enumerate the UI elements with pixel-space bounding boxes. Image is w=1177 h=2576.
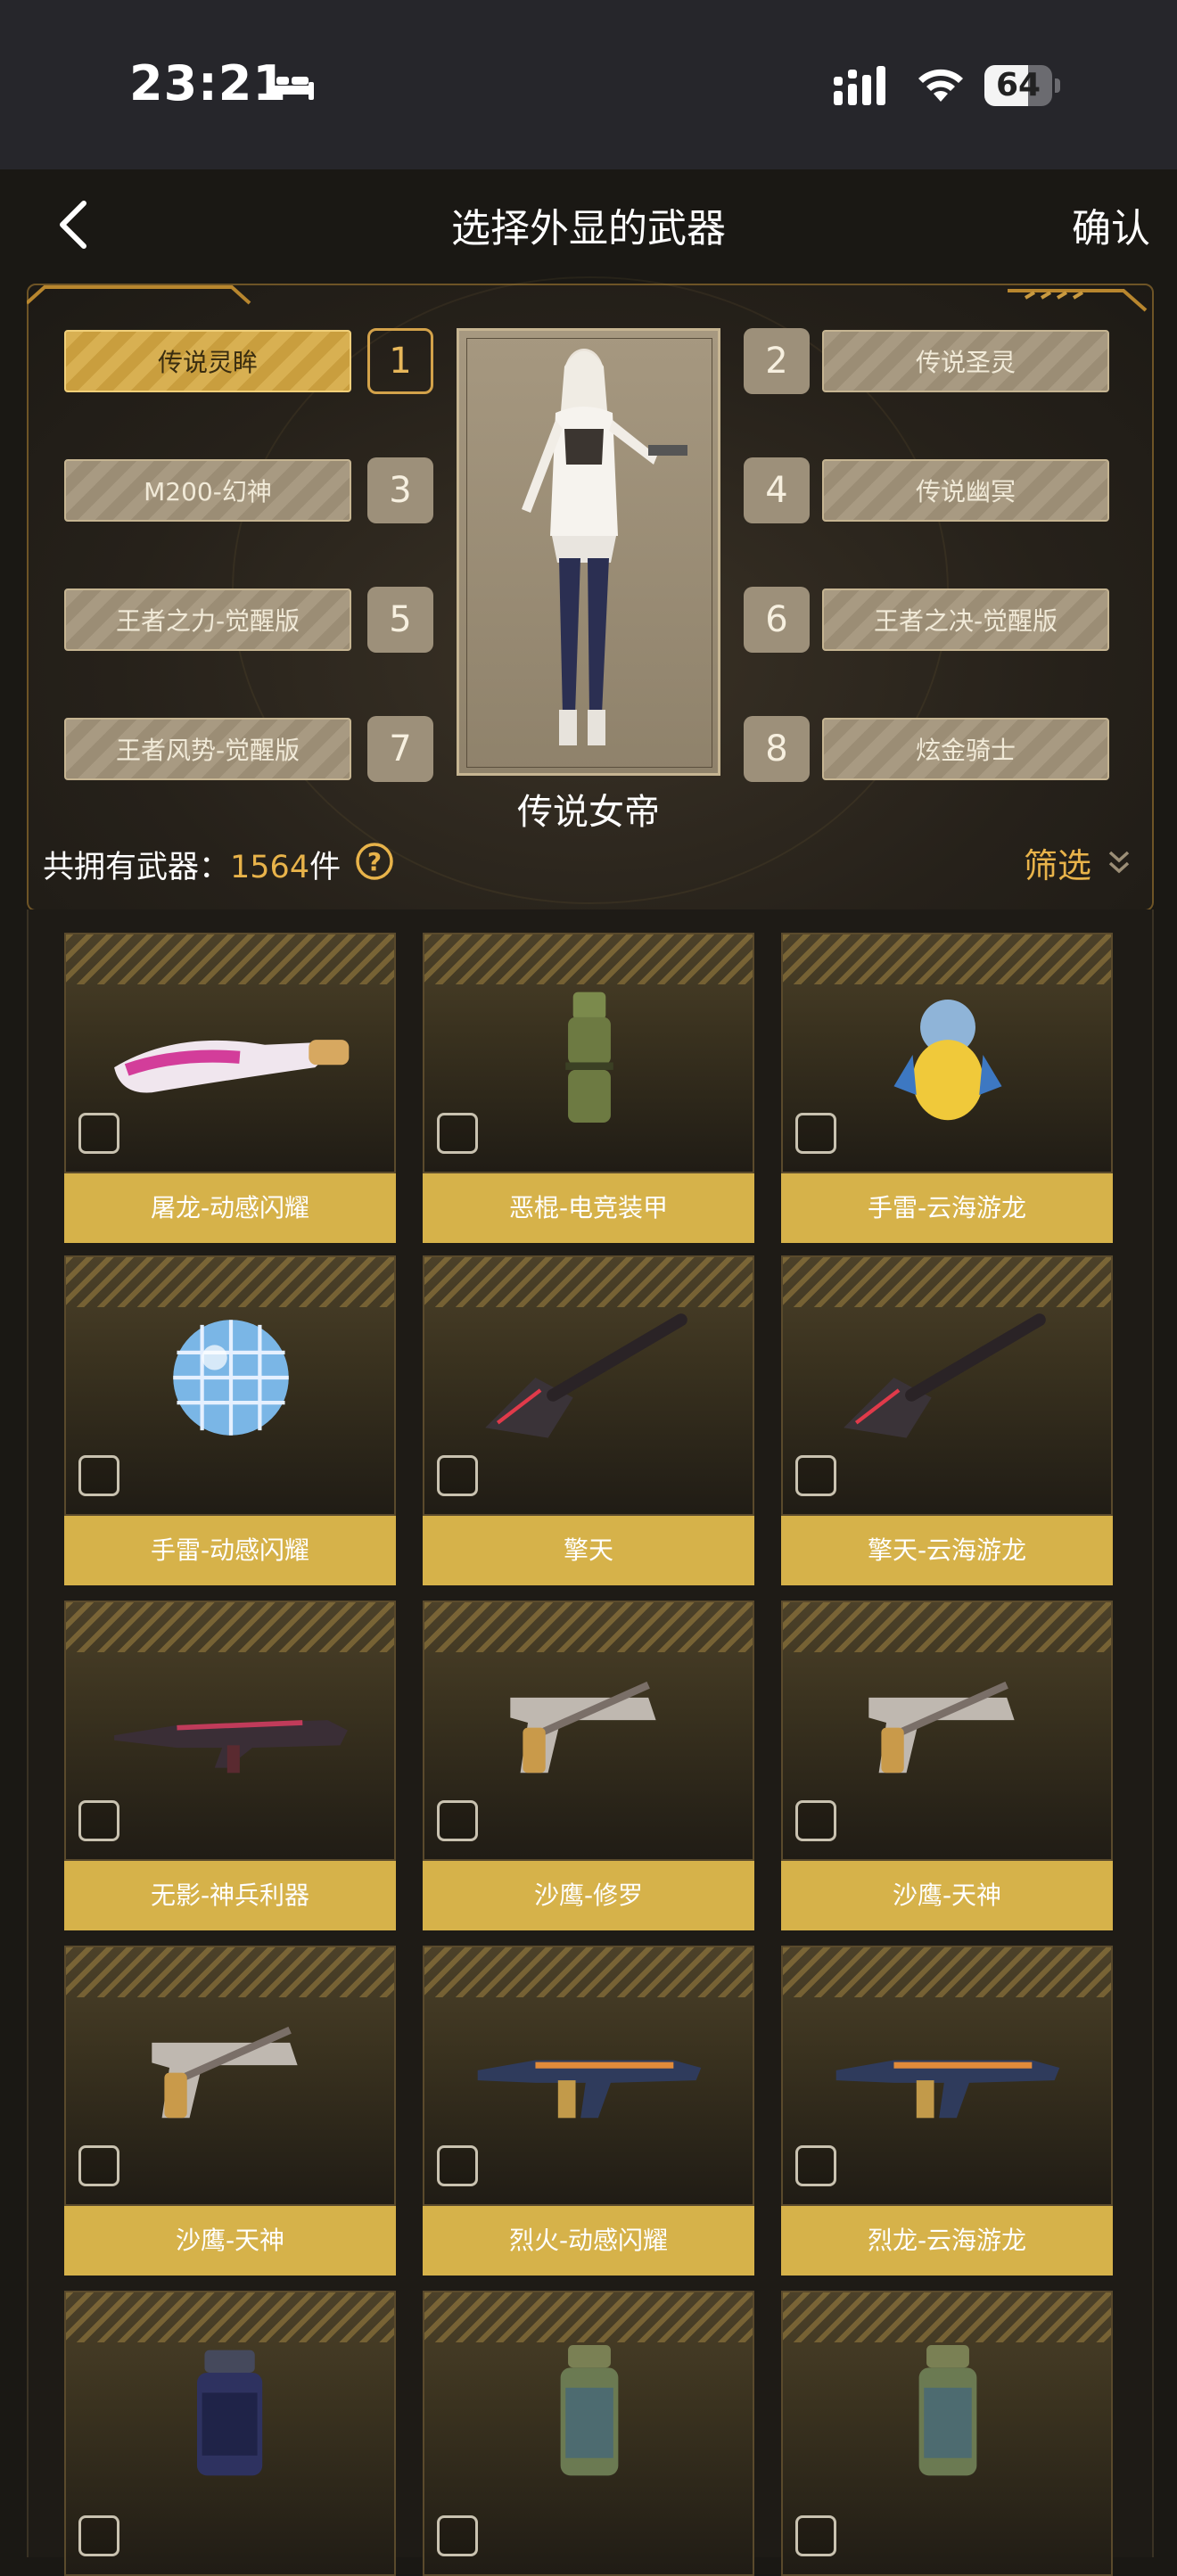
slot-button-6[interactable]: 王者之决-觉醒版 — [822, 588, 1109, 651]
chevron-down-icon[interactable] — [1106, 847, 1132, 877]
weapon-checkbox[interactable] — [795, 1800, 836, 1841]
slot-number-5[interactable]: 5 — [367, 587, 433, 653]
weapon-name: 烈龙-云海游龙 — [781, 2206, 1113, 2276]
weapon-checkbox[interactable] — [795, 2145, 836, 2186]
slot-number-6[interactable]: 6 — [744, 587, 810, 653]
wifi-icon — [918, 69, 963, 102]
smoke-grenade-icon — [560, 2344, 619, 2476]
filter-button[interactable]: 筛选 — [1024, 838, 1091, 887]
weapon-checkbox[interactable] — [78, 1455, 119, 1496]
weapon-checkbox[interactable] — [78, 1800, 119, 1841]
smg-icon — [835, 2060, 1060, 2119]
confirm-button[interactable]: 确认 — [1072, 196, 1150, 253]
status-time: 23:21 — [129, 55, 287, 111]
slot-number-8[interactable]: 8 — [744, 716, 810, 782]
panel-corner-decoration — [1008, 289, 1148, 312]
weapon-name: 擎天-云海游龙 — [781, 1516, 1113, 1585]
weapon-checkbox[interactable] — [795, 2515, 836, 2556]
grenade-icon — [565, 992, 613, 1123]
character-name: 传说女帝 — [517, 792, 660, 833]
cellular-signal-icon — [834, 66, 885, 105]
weapon-name: 擎天 — [423, 1516, 754, 1585]
battery-percent: 64 — [995, 67, 1041, 103]
weapon-checkbox[interactable] — [437, 2145, 478, 2186]
weapon-name: 手雷-云海游龙 — [781, 1173, 1113, 1243]
slot-button-7[interactable]: 王者风势-觉醒版 — [64, 718, 351, 780]
weapon-name: 恶棍-电竞装甲 — [423, 1173, 754, 1243]
shovel-icon — [844, 1313, 1046, 1438]
slot-number-2[interactable]: 2 — [744, 328, 810, 394]
character-figure-icon — [522, 349, 687, 745]
slot-button-5[interactable]: 王者之力-觉醒版 — [64, 588, 351, 651]
weapon-checkbox[interactable] — [437, 1113, 478, 1154]
character-portrait[interactable] — [457, 328, 720, 776]
weapon-checkbox[interactable] — [78, 2515, 119, 2556]
sleep-focus-icon — [268, 71, 314, 100]
slot-button-4[interactable]: 传说幽冥 — [822, 459, 1109, 522]
smoke-grenade-icon — [918, 2344, 977, 2476]
panel-corner-decoration — [27, 285, 251, 305]
weapon-name: 沙鹰-天神 — [781, 1861, 1113, 1930]
slot-button-3[interactable]: M200-幻神 — [64, 459, 351, 522]
weapon-name: 沙鹰-天神 — [64, 2206, 396, 2276]
weapon-checkbox[interactable] — [437, 2515, 478, 2556]
slot-number-1[interactable]: 1 — [367, 328, 433, 394]
knife-icon — [114, 1040, 350, 1093]
status-bar: 23:21 64 — [0, 0, 1177, 169]
weapon-checkbox[interactable] — [78, 1113, 119, 1154]
weapon-name: 烈火-动感闪耀 — [423, 2206, 754, 2276]
slot-button-2[interactable]: 传说圣灵 — [822, 330, 1109, 392]
slot-button-8[interactable]: 炫金骑士 — [822, 718, 1109, 780]
pistol-icon — [510, 1681, 656, 1774]
smg-icon — [477, 2060, 702, 2119]
weapon-checkbox[interactable] — [437, 1800, 478, 1841]
slot-button-1[interactable]: 传说灵眸 — [64, 330, 351, 392]
disco-ball-icon — [173, 1320, 289, 1436]
slot-number-4[interactable]: 4 — [744, 457, 810, 523]
weapon-checkbox[interactable] — [795, 1455, 836, 1496]
weapon-checkbox[interactable] — [78, 2145, 119, 2186]
svg-text:?: ? — [367, 847, 382, 876]
weapon-checkbox[interactable] — [437, 1455, 478, 1496]
weapon-name: 手雷-动感闪耀 — [64, 1516, 396, 1585]
pistol-icon — [868, 1681, 1015, 1774]
weapon-checkbox[interactable] — [795, 1113, 836, 1154]
weapon-name: 屠龙-动感闪耀 — [64, 1173, 396, 1243]
grenade-figure-icon — [893, 1000, 1002, 1121]
weapon-count-value: 1564 — [230, 850, 310, 885]
pistol-icon — [152, 2026, 298, 2119]
battery-indicator: 64 — [984, 65, 1060, 106]
weapon-count: 共拥有武器：1564件 — [43, 850, 342, 885]
weapon-name: 无影-神兵利器 — [64, 1861, 396, 1930]
help-icon[interactable]: ? — [355, 842, 394, 881]
shovel-icon — [485, 1313, 687, 1438]
canister-icon — [196, 2350, 263, 2476]
slot-number-3[interactable]: 3 — [367, 457, 433, 523]
slot-number-7[interactable]: 7 — [367, 716, 433, 782]
weapon-name: 沙鹰-修罗 — [423, 1861, 754, 1930]
page-title: 选择外显的武器 — [451, 206, 726, 251]
rifle-icon — [114, 1720, 348, 1774]
